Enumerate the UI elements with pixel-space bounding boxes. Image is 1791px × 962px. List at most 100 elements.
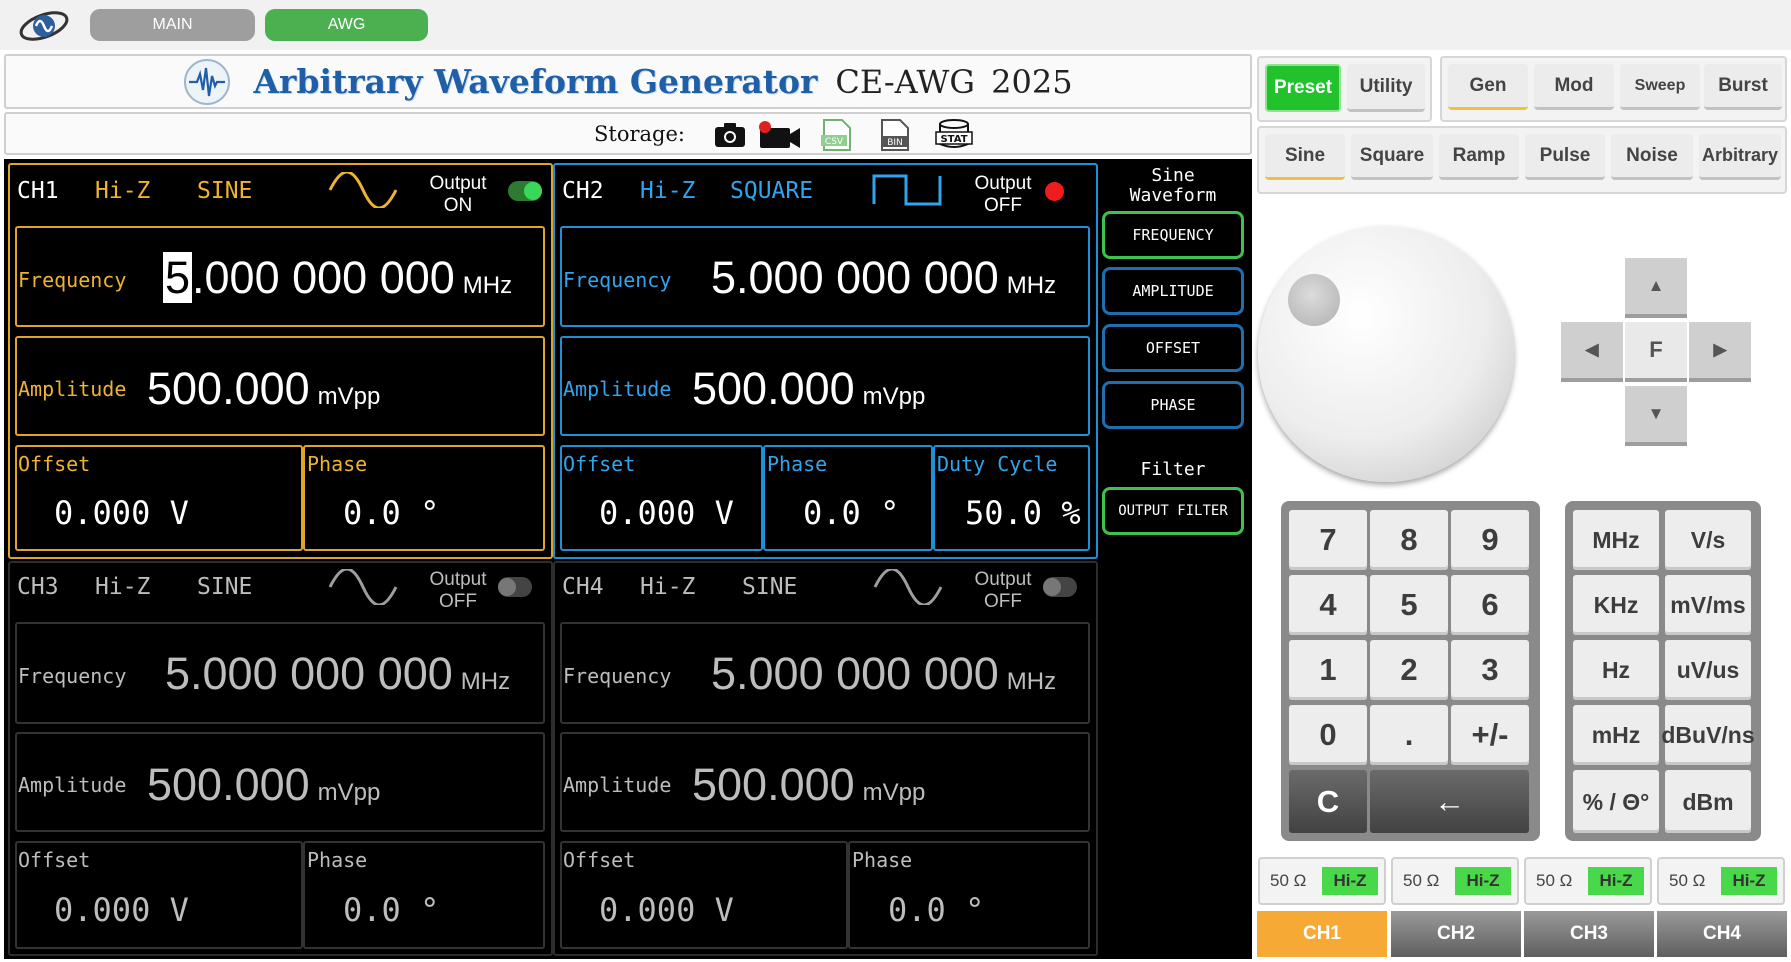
filter-section-title: Filter bbox=[1140, 459, 1206, 480]
ch2-amplitude-value: 500.000 mVpp bbox=[692, 363, 926, 414]
ch2-output-indicator[interactable] bbox=[1045, 182, 1064, 201]
sine-wave-icon bbox=[328, 569, 398, 605]
sweep-tab[interactable]: Sweep bbox=[1620, 64, 1700, 110]
amplitude-button[interactable]: AMPLITUDE bbox=[1102, 267, 1244, 315]
unit-mv-per-ms-button[interactable]: mV/ms bbox=[1665, 575, 1751, 635]
key-clear[interactable]: C bbox=[1289, 770, 1367, 833]
sine-wave-icon bbox=[873, 569, 943, 605]
utility-button[interactable]: Utility bbox=[1347, 64, 1425, 112]
ch4-offset-value: 0.000 V bbox=[599, 891, 734, 929]
key-6[interactable]: 6 bbox=[1451, 575, 1529, 635]
unit-hz-button[interactable]: Hz bbox=[1573, 640, 1659, 700]
key-1[interactable]: 1 bbox=[1289, 640, 1367, 700]
knob-grip-dimple bbox=[1288, 274, 1340, 326]
key-8[interactable]: 8 bbox=[1370, 510, 1448, 570]
phase-button[interactable]: PHASE bbox=[1102, 381, 1244, 429]
arrow-down-button[interactable]: ▼ bbox=[1625, 386, 1687, 446]
arrow-left-button[interactable]: ◀ bbox=[1561, 322, 1623, 382]
ch1-impedance-toggle[interactable]: 50 Ω Hi-Z bbox=[1258, 857, 1386, 905]
preset-button[interactable]: Preset bbox=[1265, 64, 1341, 112]
ch2-offset-value: 0.000 V bbox=[599, 494, 734, 532]
key-plus-minus[interactable]: +/- bbox=[1451, 705, 1529, 765]
ch2-output-status: Output OFF bbox=[974, 173, 1032, 216]
ch2-duty-cycle-label: Duty Cycle bbox=[937, 452, 1058, 476]
unit-mhz-button[interactable]: MHz bbox=[1573, 510, 1659, 570]
key-3[interactable]: 3 bbox=[1451, 640, 1529, 700]
wave-tab-sine[interactable]: Sine bbox=[1265, 134, 1345, 180]
wave-tab-pulse[interactable]: Pulse bbox=[1525, 134, 1605, 180]
wave-tab-arbitrary[interactable]: Arbitrary bbox=[1699, 134, 1781, 180]
key-5[interactable]: 5 bbox=[1370, 575, 1448, 635]
ch1-offset-value: 0.000 V bbox=[54, 494, 189, 532]
ch4-offset-label: Offset bbox=[563, 848, 636, 872]
storage-label: Storage: bbox=[594, 122, 685, 146]
ch4-frequency-label: Frequency bbox=[563, 664, 672, 688]
ch3-name: CH3 bbox=[17, 574, 59, 600]
key-0[interactable]: 0 bbox=[1289, 705, 1367, 765]
key-7[interactable]: 7 bbox=[1289, 510, 1367, 570]
bin-file-icon[interactable]: BIN bbox=[876, 118, 912, 152]
ch3-output-toggle[interactable] bbox=[498, 577, 532, 597]
ch3-offset-value: 0.000 V bbox=[54, 891, 189, 929]
ch1-output-status: Output ON bbox=[429, 173, 487, 216]
key-2[interactable]: 2 bbox=[1370, 640, 1448, 700]
ch1-frequency-cursor-digit: 5 bbox=[163, 252, 193, 303]
key-4[interactable]: 4 bbox=[1289, 575, 1367, 635]
unit-millihz-button[interactable]: mHz bbox=[1573, 705, 1659, 765]
offset-button[interactable]: OFFSET bbox=[1102, 324, 1244, 372]
burst-tab[interactable]: Burst bbox=[1704, 64, 1782, 110]
main-tab-button[interactable]: MAIN bbox=[90, 9, 255, 41]
key-decimal[interactable]: . bbox=[1370, 705, 1448, 765]
stat-icon[interactable]: STAT bbox=[934, 118, 974, 152]
ch4-impedance-toggle[interactable]: 50 Ω Hi-Z bbox=[1657, 857, 1785, 905]
ch2-duty-cycle-value: 50.0 % bbox=[965, 494, 1081, 532]
channel-select-ch3[interactable]: CH3 bbox=[1524, 911, 1654, 957]
ch1-phase-label: Phase bbox=[307, 452, 368, 476]
fine-adjust-button[interactable]: F bbox=[1625, 322, 1687, 382]
unit-v-per-s-button[interactable]: V/s bbox=[1665, 510, 1751, 570]
gen-tab[interactable]: Gen bbox=[1448, 64, 1528, 110]
wave-tab-square[interactable]: Square bbox=[1351, 134, 1433, 180]
model-name: CE-AWG 2025 bbox=[835, 62, 1073, 101]
ch1-output-toggle[interactable] bbox=[508, 181, 542, 201]
unit-dbuv-per-ns-button[interactable]: dBuV/ns bbox=[1661, 705, 1755, 765]
video-record-icon[interactable] bbox=[756, 118, 804, 152]
ch3-offset-label: Offset bbox=[18, 848, 91, 872]
ch3-frequency-value: 5.000 000 000 MHz bbox=[165, 648, 511, 699]
ch2-frequency-value: 5.000 000 000 MHz bbox=[711, 252, 1057, 303]
ch2-phase-value: 0.0 ° bbox=[803, 494, 900, 532]
wave-tab-ramp[interactable]: Ramp bbox=[1439, 134, 1519, 180]
ch2-amplitude-label: Amplitude bbox=[563, 377, 672, 401]
unit-dbm-button[interactable]: dBm bbox=[1665, 770, 1751, 833]
rotary-knob[interactable] bbox=[1258, 226, 1514, 482]
key-backspace[interactable]: ← bbox=[1370, 770, 1529, 833]
arrow-up-button[interactable]: ▲ bbox=[1625, 258, 1687, 318]
camera-icon[interactable] bbox=[712, 118, 748, 152]
ch1-frequency-value: 5.000 000 000 MHz bbox=[163, 252, 513, 303]
key-9[interactable]: 9 bbox=[1451, 510, 1529, 570]
waveform-section-title: Sine Waveform bbox=[1129, 165, 1217, 206]
square-wave-icon bbox=[872, 174, 942, 206]
channel-select-ch2[interactable]: CH2 bbox=[1391, 911, 1521, 957]
wave-tab-noise[interactable]: Noise bbox=[1611, 134, 1693, 180]
ch3-phase-value: 0.0 ° bbox=[343, 891, 440, 929]
channel-select-ch1[interactable]: CH1 bbox=[1257, 911, 1387, 957]
sine-wave-icon bbox=[328, 172, 398, 208]
ch3-frequency-label: Frequency bbox=[18, 664, 127, 688]
frequency-button[interactable]: FREQUENCY bbox=[1102, 211, 1244, 259]
unit-percent-degree-button[interactable]: % / Θ° bbox=[1573, 770, 1659, 833]
arrow-right-button[interactable]: ▶ bbox=[1689, 322, 1751, 382]
output-filter-button[interactable]: OUTPUT FILTER bbox=[1102, 487, 1244, 535]
svg-text:STAT: STAT bbox=[940, 134, 967, 145]
ch2-offset-label: Offset bbox=[563, 452, 636, 476]
ch4-output-toggle[interactable] bbox=[1043, 577, 1077, 597]
mod-tab[interactable]: Mod bbox=[1534, 64, 1614, 110]
ch1-offset-label: Offset bbox=[18, 452, 91, 476]
ch3-impedance-toggle[interactable]: 50 Ω Hi-Z bbox=[1524, 857, 1652, 905]
unit-khz-button[interactable]: KHz bbox=[1573, 575, 1659, 635]
ch2-impedance-toggle[interactable]: 50 Ω Hi-Z bbox=[1391, 857, 1519, 905]
unit-uv-per-us-button[interactable]: uV/us bbox=[1665, 640, 1751, 700]
csv-file-icon[interactable]: CSV bbox=[818, 118, 854, 152]
awg-tab-button[interactable]: AWG bbox=[265, 9, 428, 41]
channel-select-ch4[interactable]: CH4 bbox=[1657, 911, 1787, 957]
